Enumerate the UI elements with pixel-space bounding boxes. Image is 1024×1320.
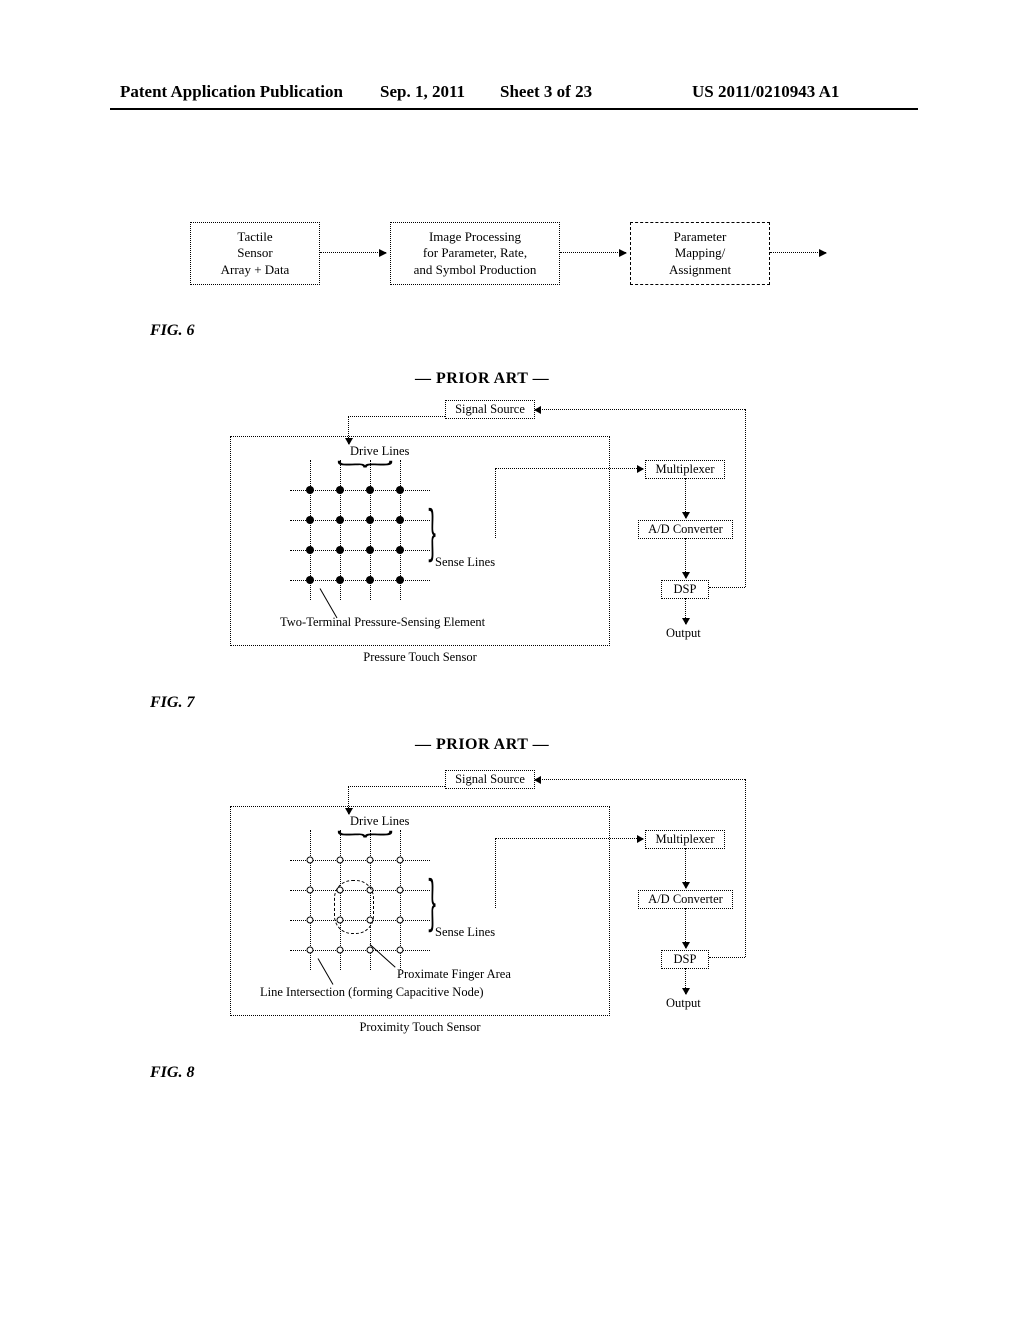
fig7-caption: Pressure Touch Sensor (230, 650, 610, 665)
figure-6: TactileSensorArray + Data Image Processi… (190, 222, 830, 312)
connector (495, 838, 643, 839)
fig7-label: FIG. 7 (150, 694, 194, 712)
fig6-box-imgproc: Image Processingfor Parameter, Rate,and … (390, 222, 560, 285)
connector (535, 409, 745, 410)
fig6-arrow-1 (320, 252, 386, 253)
fig6-arrow-3 (770, 252, 826, 253)
connector (745, 779, 746, 957)
brace-icon: ︷ (430, 506, 448, 563)
connector (495, 468, 643, 469)
connector (495, 838, 496, 908)
fig8-dsp: DSP (661, 950, 709, 969)
brace-icon: ︷ (430, 876, 448, 933)
fig8-label: FIG. 8 (150, 1064, 194, 1082)
fig7-grid (300, 470, 420, 590)
connector (685, 848, 686, 888)
figure-7: Signal Source Multiplexer A/D Converter … (230, 400, 790, 690)
header-rule (110, 108, 918, 110)
fig8-adc: A/D Converter (638, 890, 733, 909)
connector (348, 786, 349, 814)
fig7-adc: A/D Converter (638, 520, 733, 539)
fig6-arrow-2 (560, 252, 626, 253)
fig8-multiplexer: Multiplexer (645, 830, 725, 849)
connector (685, 598, 686, 624)
connector (709, 587, 745, 588)
fig7-element-label: Two-Terminal Pressure-Sensing Element (280, 615, 485, 630)
fig8-element-label: Line Intersection (forming Capacitive No… (260, 985, 484, 1000)
header-sheet: Sheet 3 of 23 (500, 82, 592, 102)
connector (745, 409, 746, 587)
prior-art-heading-8: — PRIOR ART — (415, 736, 549, 754)
connector (709, 957, 745, 958)
fig8-output: Output (666, 996, 701, 1011)
fig7-multiplexer: Multiplexer (645, 460, 725, 479)
fig6-box-mapping: ParameterMapping/Assignment (630, 222, 770, 285)
figure-8: Signal Source Multiplexer A/D Converter … (230, 770, 790, 1060)
fig8-finger-area (334, 880, 374, 934)
connector (685, 968, 686, 994)
connector (535, 779, 745, 780)
connector (685, 908, 686, 948)
connector (685, 478, 686, 518)
connector (348, 416, 349, 444)
fig6-label: FIG. 6 (150, 322, 194, 340)
fig8-caption: Proximity Touch Sensor (230, 1020, 610, 1035)
connector (685, 538, 686, 578)
header-pubno: US 2011/0210943 A1 (692, 82, 839, 102)
fig6-box-tactile: TactileSensorArray + Data (190, 222, 320, 285)
fig7-dsp: DSP (661, 580, 709, 599)
fig8-signal-source: Signal Source (445, 770, 535, 789)
connector (348, 786, 445, 787)
prior-art-heading-7: — PRIOR ART — (415, 370, 549, 388)
header-publication: Patent Application Publication (120, 82, 343, 102)
connector (495, 468, 496, 538)
connector (348, 416, 445, 417)
fig7-output: Output (666, 626, 701, 641)
fig7-signal-source: Signal Source (445, 400, 535, 419)
fig8-finger-label: Proximate Finger Area (397, 967, 511, 982)
header-date: Sep. 1, 2011 (380, 82, 465, 102)
